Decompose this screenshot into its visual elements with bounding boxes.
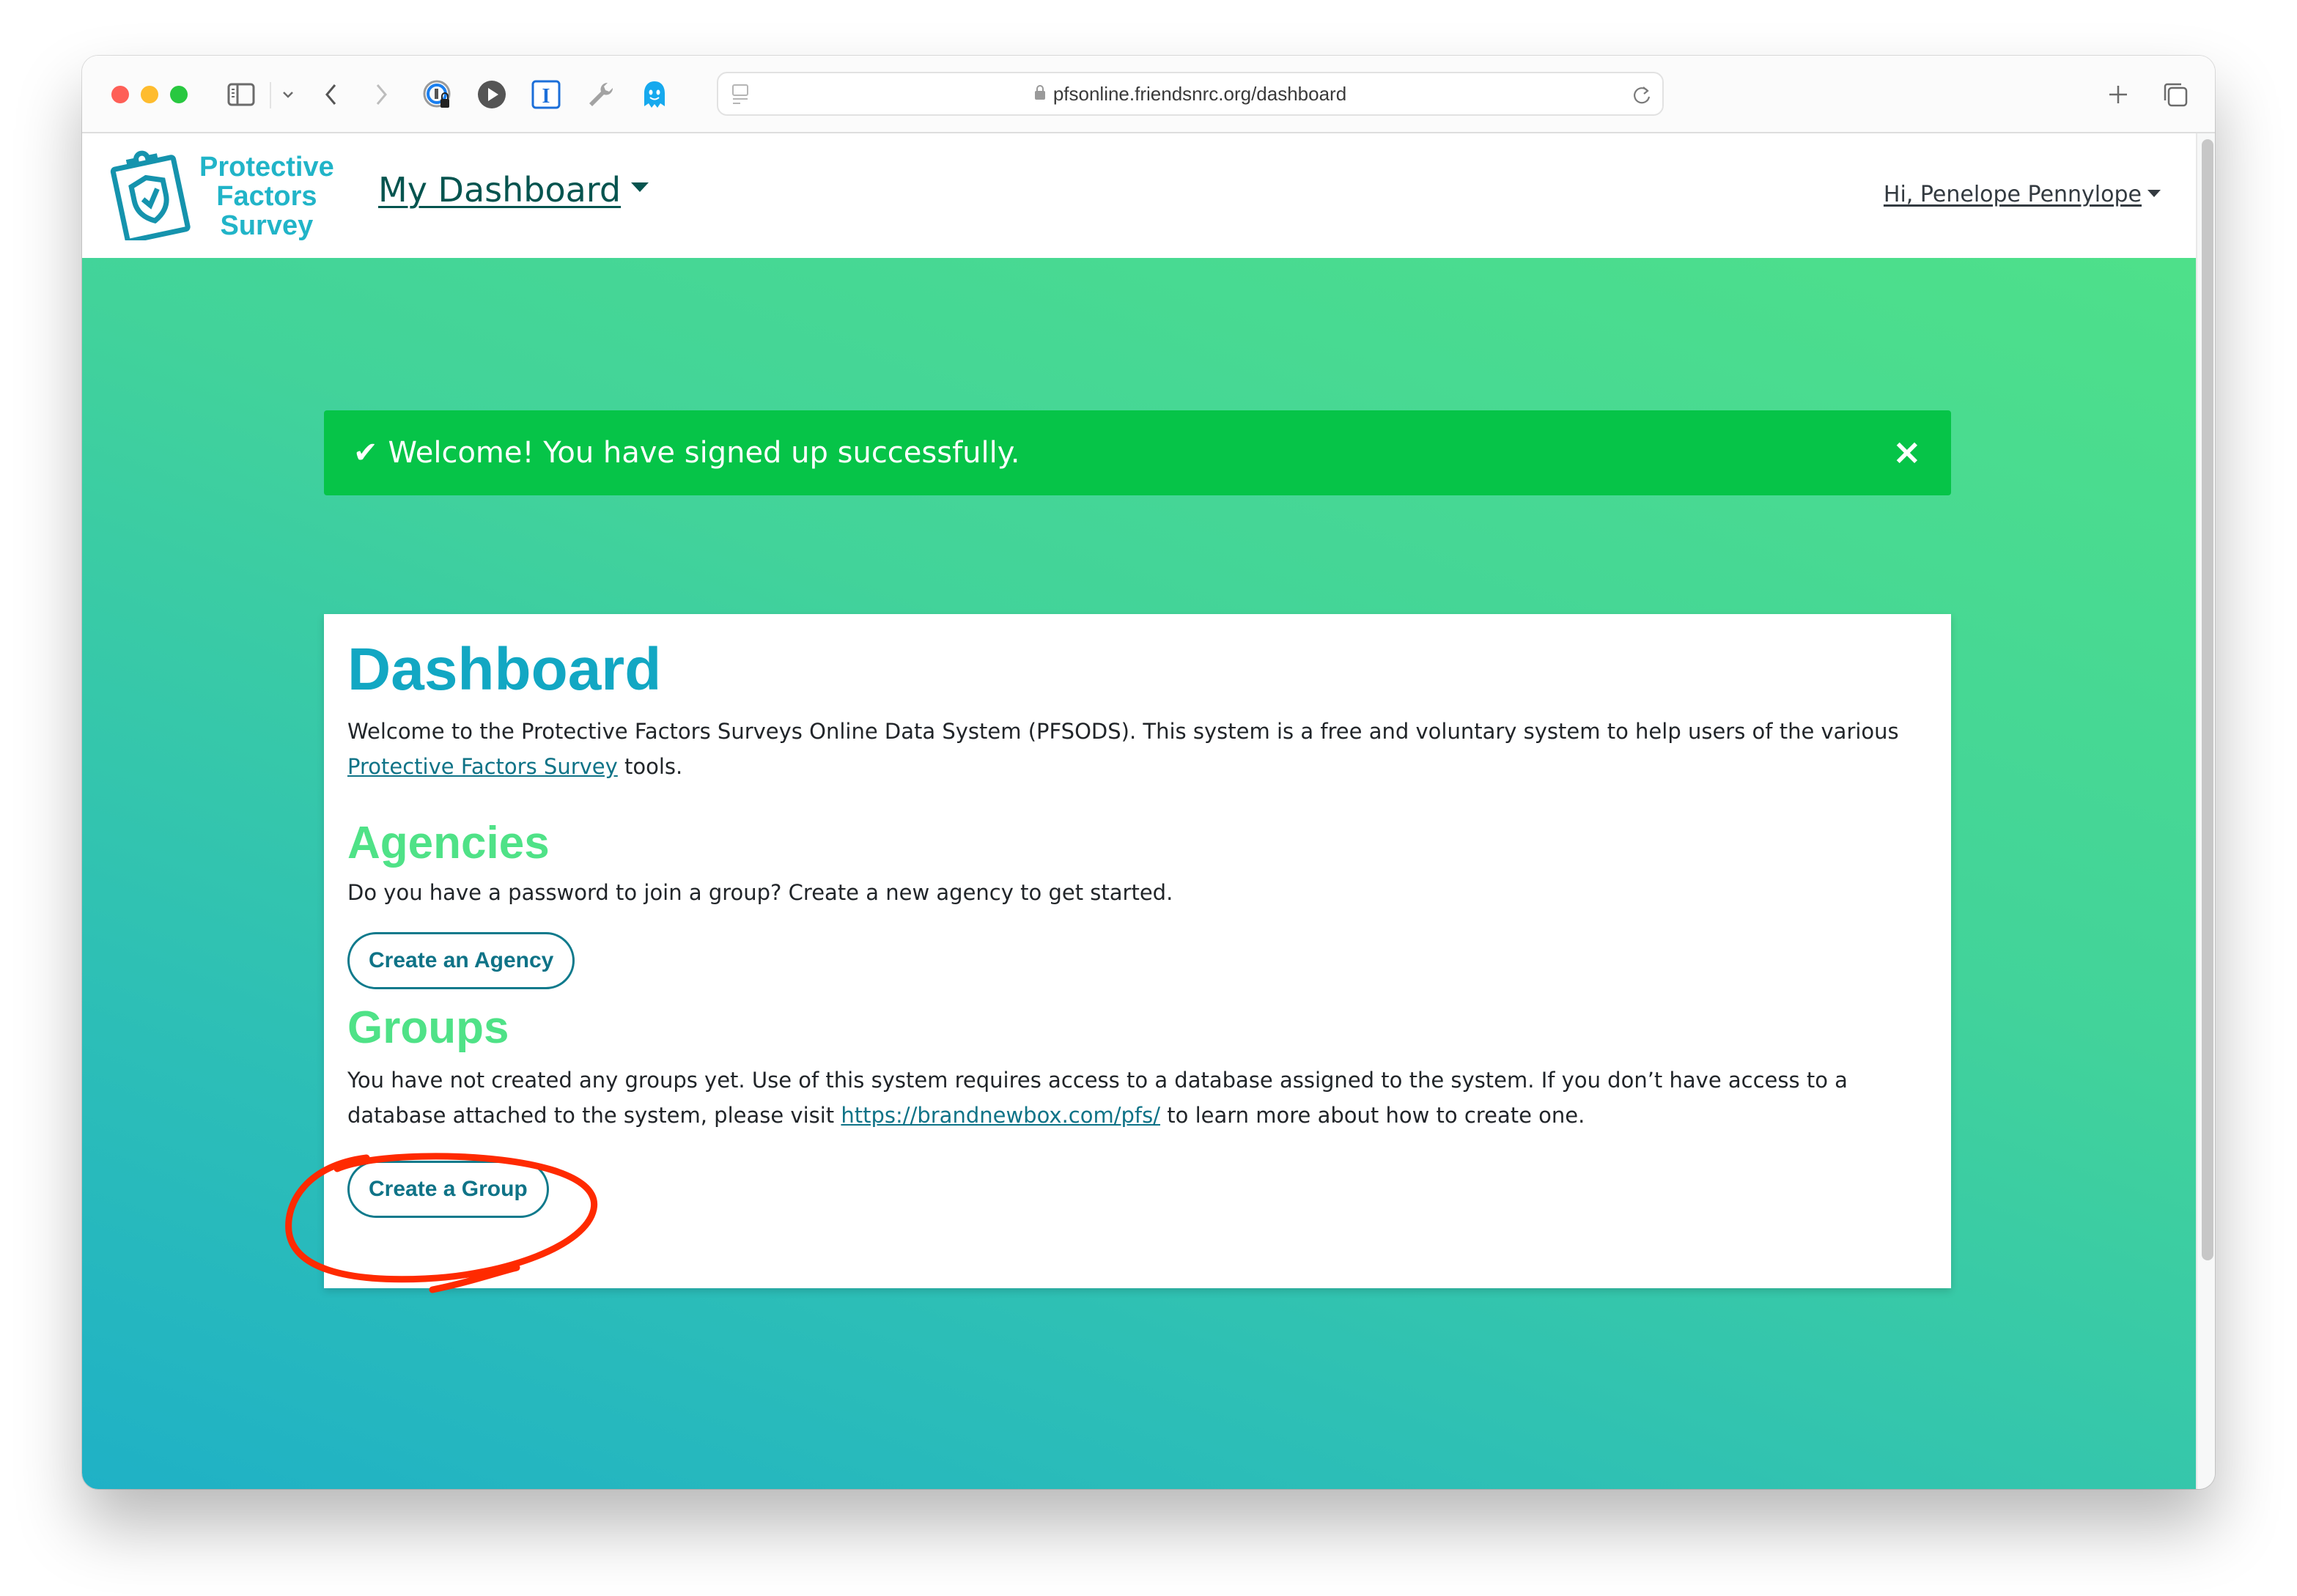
- browser-toolbar: I pfsonline.friendsnrc.org/dashboard: [82, 56, 2215, 133]
- logo-line: Protective: [199, 152, 334, 182]
- success-alert: ✔ Welcome! You have signed up successful…: [324, 410, 1951, 495]
- instapaper-icon[interactable]: I: [531, 78, 561, 111]
- my-dashboard-menu[interactable]: My Dashboard: [378, 170, 649, 210]
- minimize-window-button[interactable]: [141, 86, 158, 103]
- wrench-icon[interactable]: [585, 78, 616, 111]
- intro-text: Welcome to the Protective Factors Survey…: [347, 719, 1899, 744]
- scrollbar[interactable]: [2196, 133, 2215, 1489]
- intro-paragraph: Welcome to the Protective Factors Survey…: [347, 714, 1928, 784]
- create-agency-button[interactable]: Create an Agency: [347, 932, 575, 989]
- logo-line: Survey: [220, 210, 314, 241]
- password-manager-icon[interactable]: [422, 78, 453, 111]
- user-greeting[interactable]: Hi, Penelope Pennylope: [1884, 182, 2142, 207]
- tab-overview-icon[interactable]: [2161, 78, 2190, 111]
- my-dashboard-label[interactable]: My Dashboard: [378, 170, 621, 210]
- back-icon[interactable]: [320, 78, 342, 111]
- clipboard-shield-icon: [104, 149, 195, 244]
- logo-line: Factors: [216, 181, 317, 212]
- forward-icon[interactable]: [371, 78, 393, 111]
- groups-heading: Groups: [347, 1002, 509, 1053]
- groups-suffix: to learn more about how to create one.: [1160, 1103, 1585, 1128]
- toolbar-divider: [270, 82, 271, 108]
- reload-icon[interactable]: [1632, 84, 1652, 108]
- url-text: pfsonline.friendsnrc.org/dashboard: [1052, 82, 1347, 105]
- play-icon[interactable]: [476, 78, 507, 111]
- scrollbar-thumb[interactable]: [2202, 139, 2213, 1260]
- caret-down-icon: [2147, 189, 2161, 197]
- browser-window: I pfsonline.friendsnrc.org/dashboard Pro…: [82, 56, 2215, 1489]
- intro-suffix: tools.: [617, 754, 683, 779]
- caret-down-icon: [631, 182, 649, 192]
- web-page: Protective Factors Survey My Dashboard H…: [82, 133, 2196, 1489]
- create-group-button[interactable]: Create a Group: [347, 1161, 549, 1218]
- user-menu[interactable]: Hi, Penelope Pennylope: [1884, 182, 2161, 207]
- sidebar-icon[interactable]: [226, 78, 257, 111]
- desktop: I pfsonline.friendsnrc.org/dashboard Pro…: [0, 0, 2297, 1596]
- ghostery-icon[interactable]: [639, 78, 670, 111]
- address-bar[interactable]: pfsonline.friendsnrc.org/dashboard: [717, 72, 1664, 116]
- dashboard-card: Dashboard Welcome to the Protective Fact…: [324, 614, 1951, 1288]
- groups-paragraph: You have not created any groups yet. Use…: [347, 1063, 1928, 1133]
- logo-text: Protective Factors Survey: [199, 152, 334, 240]
- site-logo[interactable]: Protective Factors Survey: [104, 149, 334, 244]
- agencies-text: Do you have a password to join a group? …: [347, 880, 1173, 905]
- alert-message: Welcome! You have signed up successfully…: [388, 436, 1020, 470]
- close-window-button[interactable]: [111, 86, 129, 103]
- chevron-down-icon[interactable]: [277, 78, 299, 111]
- agencies-heading: Agencies: [347, 818, 550, 868]
- lock-icon: [1034, 84, 1046, 103]
- svg-text:I: I: [542, 85, 550, 108]
- maximize-window-button[interactable]: [170, 86, 188, 103]
- brandnewbox-link[interactable]: https://brandnewbox.com/pfs/: [841, 1103, 1160, 1128]
- reader-icon[interactable]: [731, 84, 751, 108]
- close-icon[interactable]: ×: [1892, 432, 1922, 472]
- new-tab-icon[interactable]: [2105, 78, 2131, 111]
- content-background: ✔ Welcome! You have signed up successful…: [82, 258, 2196, 1489]
- check-icon: ✔: [353, 436, 378, 470]
- page-title: Dashboard: [347, 636, 662, 703]
- site-header: Protective Factors Survey My Dashboard H…: [82, 133, 2196, 258]
- pfs-link[interactable]: Protective Factors Survey: [347, 754, 618, 779]
